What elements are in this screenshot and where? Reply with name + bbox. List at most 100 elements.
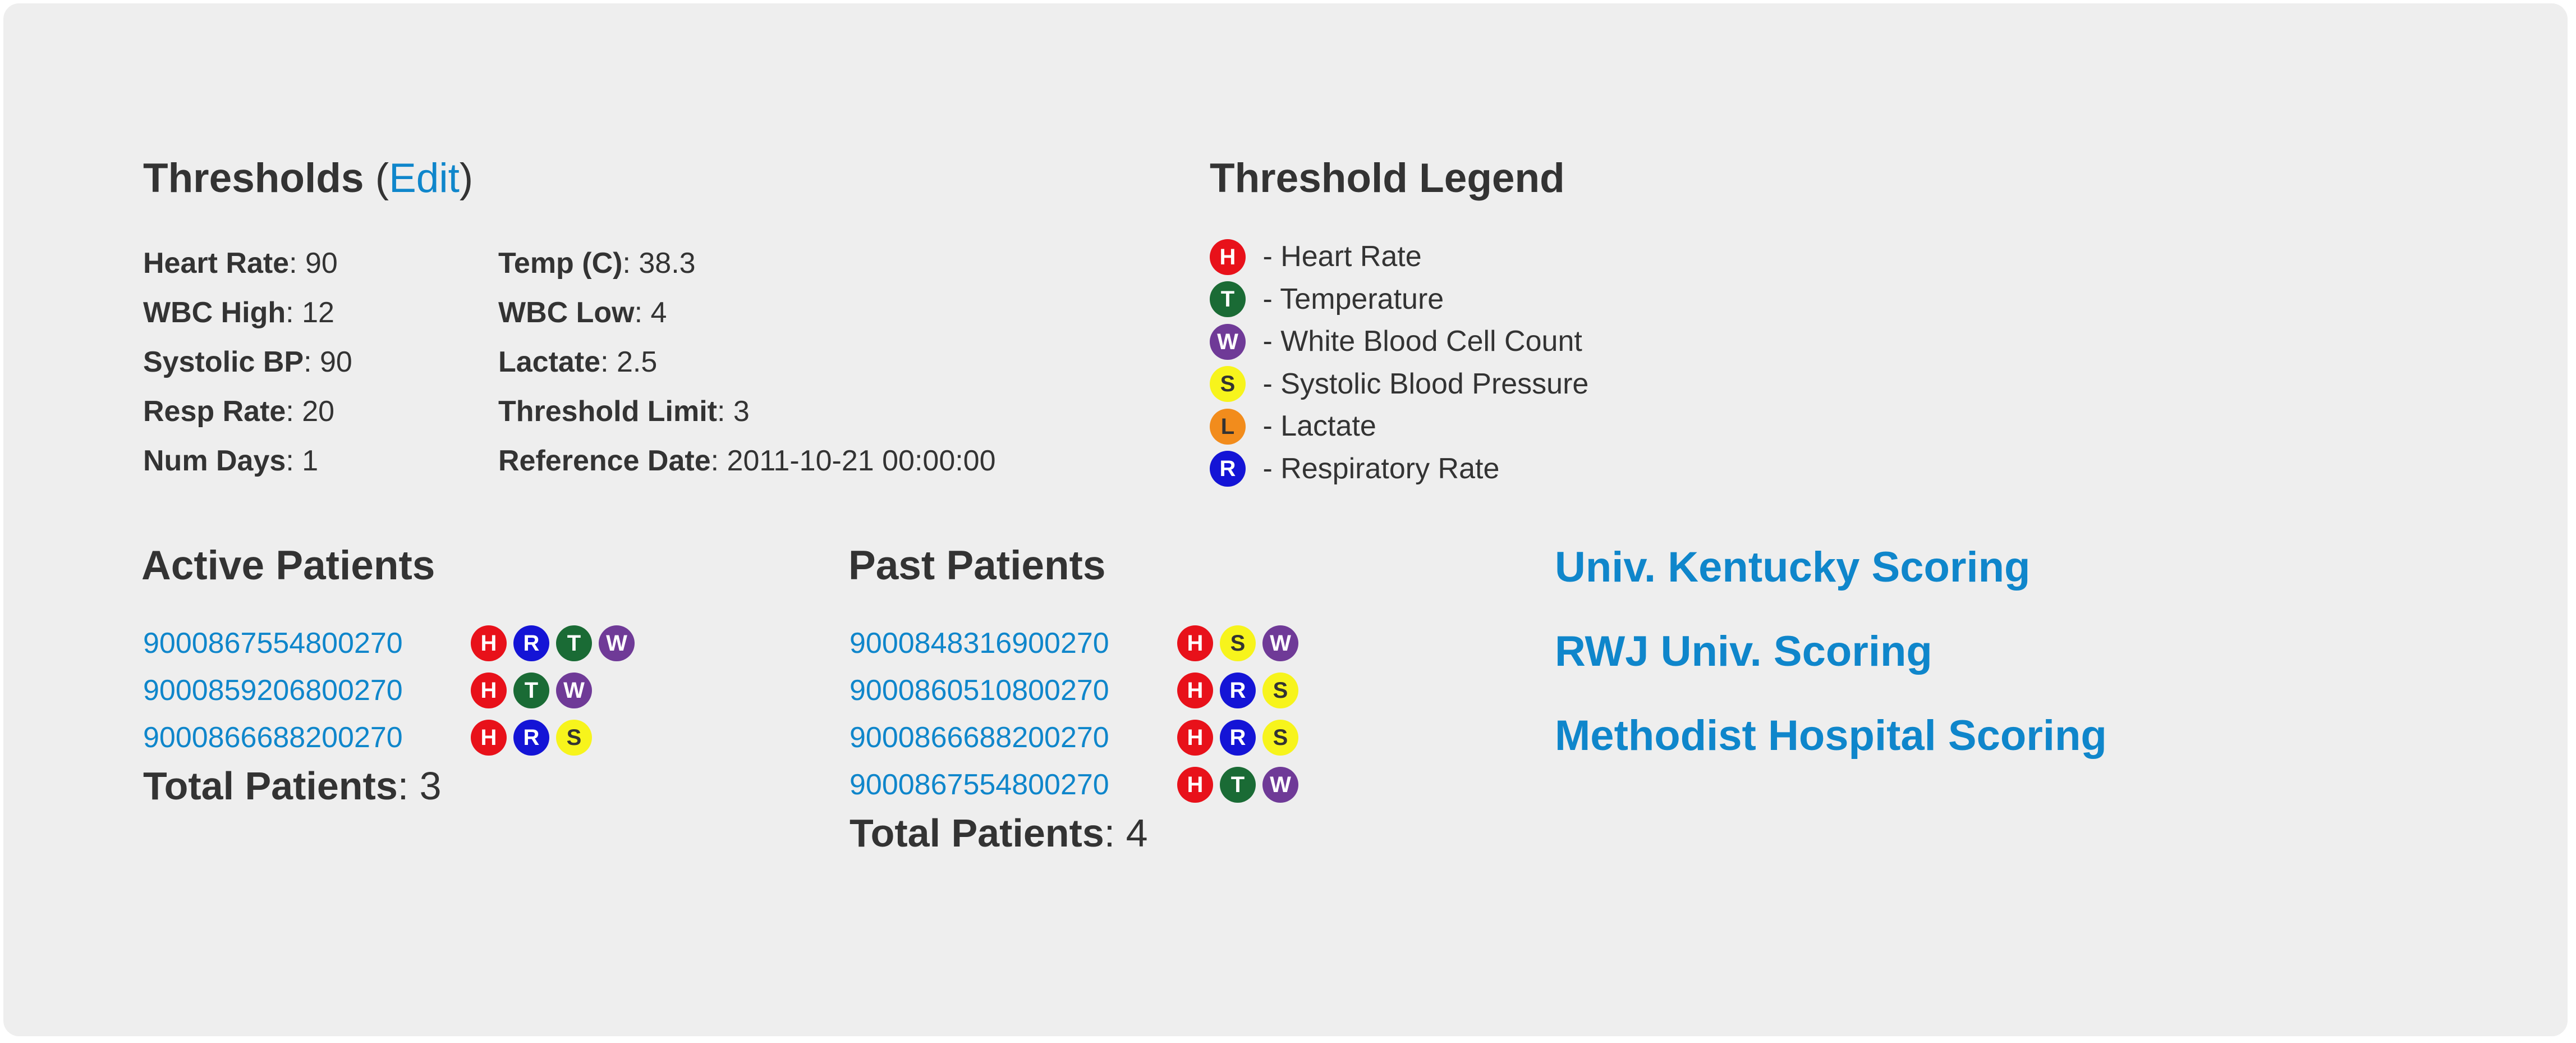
threshold-separator: : (286, 445, 302, 477)
patient-row: 9000848316900270 H S W (850, 620, 1298, 667)
patient-id-link[interactable]: 9000848316900270 (850, 626, 1177, 660)
patient-badges: HRS (1177, 720, 1298, 756)
past-patients-title: Past Patients (848, 543, 1106, 588)
patient-badges: HSW (1177, 625, 1298, 661)
patient-id-link[interactable]: 9000867554800270 (143, 626, 471, 660)
legend-item: T - Temperature (1210, 278, 1588, 321)
threshold-value: 1 (302, 445, 319, 477)
active-total-label: Total Patients (143, 764, 398, 808)
badge-r-icon: R (513, 720, 549, 756)
badge-h-icon: H (471, 625, 507, 661)
active-total-value: : 3 (397, 764, 442, 808)
threshold-value: 12 (302, 296, 334, 329)
threshold-label: Lactate (498, 346, 601, 378)
legend-item: R - Respiratory Rate (1210, 448, 1588, 491)
threshold-label: Num Days (143, 445, 286, 477)
legend-item-text: - Lactate (1255, 410, 1376, 442)
badge-w-icon: W (1262, 767, 1298, 803)
threshold-value: 38.3 (639, 247, 696, 280)
edit-close-paren: ) (459, 155, 474, 201)
thresholds-title: Thresholds (143, 155, 364, 201)
threshold-value: 4 (650, 296, 667, 329)
threshold-field: Threshold Limit: 3 (498, 387, 996, 436)
legend-title: Threshold Legend (1210, 155, 1565, 201)
patient-id-link[interactable]: 9000866688200270 (143, 721, 471, 754)
threshold-label: Threshold Limit (498, 395, 717, 428)
legend-item-text: - White Blood Cell Count (1255, 325, 1582, 358)
threshold-separator: : (286, 395, 302, 428)
threshold-separator: : (717, 395, 733, 428)
past-total-value: : 4 (1104, 811, 1148, 855)
badge-w-icon: W (599, 625, 635, 661)
badge-h-icon: H (1177, 720, 1213, 756)
threshold-value: 20 (302, 395, 335, 428)
thresholds-left-column: Heart Rate: 90 WBC High: 12 Systolic BP: 9… (143, 239, 352, 486)
badge-t-icon: T (1210, 281, 1246, 318)
thresholds-heading: Thresholds (Edit) (143, 155, 473, 202)
badge-s-icon: S (1210, 366, 1246, 402)
badge-h-icon: H (1177, 673, 1213, 708)
legend-section: Threshold Legend (1210, 155, 1565, 202)
patient-badges: HTW (471, 673, 592, 708)
patient-id-link[interactable]: 9000866688200270 (850, 721, 1177, 754)
badge-r-icon: R (1220, 720, 1256, 756)
badge-s-icon: S (1262, 673, 1298, 708)
badge-w-icon: W (556, 673, 592, 708)
patient-id-link[interactable]: 9000859206800270 (143, 674, 471, 707)
patient-id-link[interactable]: 9000860510800270 (850, 674, 1177, 707)
threshold-field: WBC Low: 4 (498, 288, 996, 337)
patient-row: 9000867554800270 H R T W (143, 620, 635, 667)
thresholds-section: Thresholds (Edit) (143, 155, 473, 202)
badge-s-icon: S (556, 720, 592, 756)
legend-item: W - White Blood Cell Count (1210, 321, 1588, 363)
threshold-label: Resp Rate (143, 395, 286, 428)
rwj-univ-scoring-link[interactable]: RWJ Univ. Scoring (1555, 626, 2107, 711)
threshold-value: 90 (320, 346, 352, 378)
threshold-label: WBC High (143, 296, 286, 329)
threshold-field: Temp (C): 38.3 (498, 239, 996, 288)
threshold-field: Lactate: 2.5 (498, 337, 996, 387)
threshold-label: Temp (C) (498, 247, 623, 280)
past-total: Total Patients: 4 (850, 811, 1298, 856)
badge-h-icon: H (1210, 239, 1246, 275)
threshold-field: Systolic BP: 90 (143, 337, 352, 387)
threshold-value: 2.5 (616, 346, 658, 378)
edit-thresholds-link[interactable]: Edit (389, 155, 460, 201)
active-patients-title: Active Patients (141, 543, 435, 588)
threshold-label: Reference Date (498, 445, 711, 477)
active-patients-list: 9000867554800270 H R T W 9000859206800270 H T W 9… (143, 620, 635, 808)
scoring-links: Univ. Kentucky Scoring RWJ Univ. Scoring… (1555, 542, 2107, 795)
legend-item-text: - Heart Rate (1255, 240, 1422, 273)
threshold-field: Heart Rate: 90 (143, 239, 352, 288)
patient-row: 9000860510800270 H R S (850, 667, 1298, 714)
threshold-value: 3 (733, 395, 750, 428)
badge-h-icon: H (471, 673, 507, 708)
legend-item-text: - Respiratory Rate (1255, 452, 1500, 485)
past-patients-list: 9000848316900270 H S W 9000860510800270 H R S 90… (850, 620, 1298, 856)
patient-id-link[interactable]: 9000867554800270 (850, 768, 1177, 802)
badge-h-icon: H (1177, 767, 1213, 803)
patient-badges: HRS (471, 720, 592, 756)
badge-s-icon: S (1220, 625, 1256, 661)
badge-t-icon: T (513, 673, 549, 708)
threshold-separator: : (289, 247, 306, 280)
univ-kentucky-scoring-link[interactable]: Univ. Kentucky Scoring (1555, 542, 2107, 626)
threshold-field: WBC High: 12 (143, 288, 352, 337)
patient-badges: HRS (1177, 673, 1298, 708)
patient-row: 9000866688200270 H R S (143, 714, 635, 761)
legend-item-text: - Temperature (1255, 282, 1444, 315)
methodist-hospital-scoring-link[interactable]: Methodist Hospital Scoring (1555, 711, 2107, 795)
thresholds-right-column: Temp (C): 38.3 WBC Low: 4 Lactate: 2.5 Thre… (498, 239, 996, 486)
threshold-value: 90 (305, 247, 338, 280)
badge-h-icon: H (471, 720, 507, 756)
threshold-label: Systolic BP (143, 346, 304, 378)
threshold-separator: : (304, 346, 320, 378)
past-total-label: Total Patients (850, 811, 1104, 855)
legend-item: H - Heart Rate (1210, 236, 1588, 278)
legend-item: S - Systolic Blood Pressure (1210, 363, 1588, 406)
badge-l-icon: L (1210, 408, 1246, 445)
threshold-separator: : (600, 346, 617, 378)
edit-open-paren: ( (375, 155, 389, 201)
badge-h-icon: H (1177, 625, 1213, 661)
legend-item: L - Lactate (1210, 405, 1588, 448)
